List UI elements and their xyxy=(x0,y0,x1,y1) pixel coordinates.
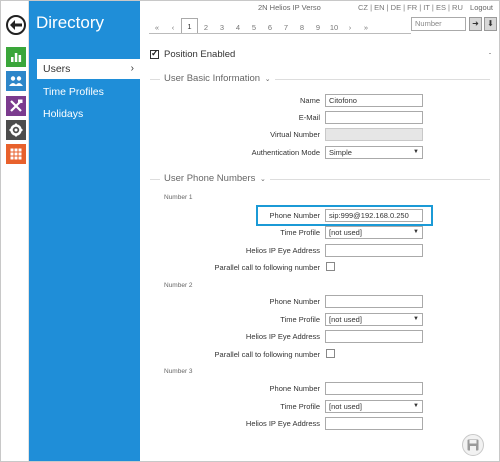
top-bar: 2N Helios IP Verso CZ | EN | DE | FR | I… xyxy=(140,1,499,37)
back-arrow-icon[interactable] xyxy=(6,15,26,35)
language-switcher[interactable]: CZ | EN | DE | FR | IT | ES | RU xyxy=(358,3,463,12)
sidebar-item-users[interactable]: Users › xyxy=(37,59,140,79)
position-enabled-label: Position Enabled xyxy=(164,49,236,60)
phone-number-1-field[interactable]: sip:999@192.168.0.250 xyxy=(325,209,423,222)
authentication-mode-select[interactable]: Simple ▼ xyxy=(325,146,423,159)
number-1-heading: Number 1 xyxy=(164,194,193,201)
scrollbar-marker xyxy=(489,53,491,54)
dropdown-caret-icon: ▼ xyxy=(413,229,419,235)
helios-eye-2-field[interactable] xyxy=(325,330,423,343)
parallel-call-2-label: Parallel call to following number xyxy=(214,350,320,359)
select-value: [not used] xyxy=(329,315,362,324)
phone-number-1-label: Phone Number xyxy=(269,211,320,220)
parallel-call-2-checkbox[interactable] xyxy=(326,349,335,358)
helios-eye-1-field[interactable] xyxy=(325,244,423,257)
services-gear-icon[interactable] xyxy=(6,120,26,140)
dropdown-caret-icon: ▼ xyxy=(413,316,419,322)
time-profile-3-select[interactable]: [not used] ▼ xyxy=(325,400,423,413)
email-field[interactable] xyxy=(325,111,423,124)
phone-numbers-section-title[interactable]: User Phone Numbers ⌄ xyxy=(160,173,270,184)
helios-eye-3-field[interactable] xyxy=(325,417,423,430)
section-title-text: User Phone Numbers xyxy=(164,173,256,184)
pager-divider xyxy=(149,33,411,34)
sidebar-item-holidays[interactable]: Holidays xyxy=(29,104,140,124)
user-form: Position Enabled User Basic Information … xyxy=(140,37,499,461)
product-name: 2N Helios IP Verso xyxy=(258,3,321,12)
phone-number-2-field[interactable] xyxy=(325,295,423,308)
save-disk-icon[interactable] xyxy=(462,434,484,456)
name-field[interactable]: Citofono xyxy=(325,94,423,107)
chevron-right-icon: › xyxy=(130,63,134,74)
hardware-tools-icon[interactable] xyxy=(6,96,26,116)
time-profile-2-label: Time Profile xyxy=(280,315,320,324)
phone-number-2-label: Phone Number xyxy=(269,297,320,306)
parallel-call-1-label: Parallel call to following number xyxy=(214,263,320,272)
helios-eye-1-label: Helios IP Eye Address xyxy=(245,246,320,255)
status-chart-icon[interactable] xyxy=(6,47,26,67)
sidebar-item-label: Time Profiles xyxy=(43,86,104,98)
section-title-text: User Basic Information xyxy=(164,73,261,84)
time-profile-2-select[interactable]: [not used] ▼ xyxy=(325,313,423,326)
authentication-mode-label: Authentication Mode xyxy=(251,148,320,157)
go-arrow-icon[interactable]: ➜ xyxy=(469,17,482,31)
sidebar-item-label: Holidays xyxy=(43,108,84,120)
time-profile-3-label: Time Profile xyxy=(280,402,320,411)
helios-eye-3-label: Helios IP Eye Address xyxy=(245,419,320,428)
dropdown-caret-icon: ▼ xyxy=(413,403,419,409)
pager-page-1[interactable]: 1 xyxy=(181,18,198,34)
virtual-number-label: Virtual Number xyxy=(270,130,320,139)
dropdown-caret-icon: ▼ xyxy=(413,149,419,155)
phone-number-3-field[interactable] xyxy=(325,382,423,395)
virtual-number-field xyxy=(325,128,423,141)
time-profile-1-select[interactable]: [not used] ▼ xyxy=(325,226,423,239)
select-value: Simple xyxy=(329,148,352,157)
app-window: Directory Users › Time Profiles Holidays… xyxy=(0,0,500,462)
parallel-call-1-checkbox[interactable] xyxy=(326,262,335,271)
icon-rail xyxy=(1,1,29,461)
email-label: E-Mail xyxy=(298,113,320,122)
sidebar-item-time-profiles[interactable]: Time Profiles xyxy=(29,82,140,102)
helios-eye-2-label: Helios IP Eye Address xyxy=(245,332,320,341)
select-value: [not used] xyxy=(329,228,362,237)
directory-sidebar: Directory Users › Time Profiles Holidays xyxy=(29,1,140,461)
pager: « ‹ 1 2 3 4 5 6 7 8 9 10 › » xyxy=(149,18,374,34)
download-icon[interactable]: ⬇ xyxy=(484,17,497,31)
number-search-input[interactable]: Number xyxy=(411,17,466,31)
name-label: Name xyxy=(299,96,320,105)
system-grid-icon[interactable] xyxy=(6,144,26,164)
number-3-heading: Number 3 xyxy=(164,368,193,375)
phone-number-3-label: Phone Number xyxy=(269,384,320,393)
chevron-down-icon: ⌄ xyxy=(264,76,271,83)
sidebar-item-label: Users xyxy=(43,63,71,75)
position-enabled-checkbox[interactable] xyxy=(150,48,159,59)
chevron-down-icon: ⌄ xyxy=(260,176,266,183)
sidebar-title: Directory xyxy=(36,13,105,32)
logout-link[interactable]: Logout xyxy=(470,3,493,12)
select-value: [not used] xyxy=(329,402,362,411)
number-2-heading: Number 2 xyxy=(164,282,193,289)
directory-users-icon[interactable] xyxy=(6,71,26,91)
basic-info-section-title[interactable]: User Basic Information ⌄ xyxy=(160,73,275,84)
time-profile-1-label: Time Profile xyxy=(280,228,320,237)
